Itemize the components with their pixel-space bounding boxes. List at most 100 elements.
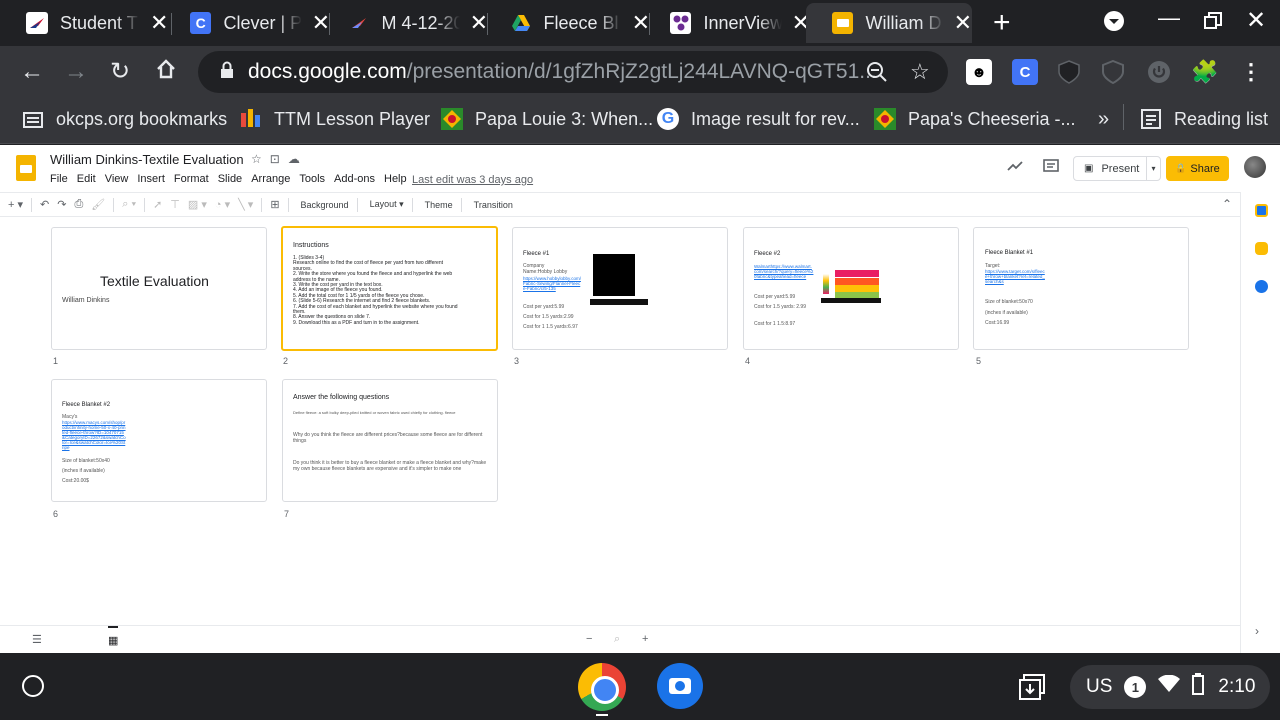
fleece-link[interactable]: Walmarthttps://www.walmart.com/search/?q… bbox=[754, 264, 814, 279]
last-edit-link[interactable]: Last edit was 3 days ago bbox=[412, 174, 533, 186]
status-tray[interactable]: US 1 2:10 bbox=[1070, 665, 1270, 709]
menu-format[interactable]: Format bbox=[174, 173, 209, 185]
tasks-icon[interactable] bbox=[1255, 280, 1268, 293]
line-icon[interactable]: ╲ ▾ bbox=[238, 198, 253, 211]
slide-thumbnail-6[interactable]: Fleece Blanket #2 Macy's https://www.mac… bbox=[51, 379, 267, 502]
present-dropdown-icon[interactable]: ▾ bbox=[1146, 157, 1160, 180]
redo-icon[interactable]: ↷ bbox=[57, 198, 66, 211]
menu-view[interactable]: View bbox=[105, 173, 129, 185]
comment-add-icon[interactable]: ⊞ bbox=[270, 198, 279, 211]
camera-icon[interactable] bbox=[657, 663, 703, 709]
star-icon[interactable]: ☆ bbox=[251, 152, 270, 166]
expand-panel-icon[interactable]: › bbox=[1255, 624, 1259, 638]
slide-thumbnail-7[interactable]: Answer the following questions Define fl… bbox=[282, 379, 498, 502]
bookmark-star-icon[interactable]: ☆ bbox=[910, 59, 930, 85]
launcher-icon[interactable] bbox=[22, 675, 44, 697]
tab-innerview[interactable]: InnerView ✕ bbox=[644, 3, 810, 43]
zoom-out-icon[interactable]: − bbox=[586, 633, 592, 645]
blanket-cost: Cost:16.99 bbox=[985, 320, 1010, 326]
cloud-status-icon[interactable]: ☁ bbox=[288, 152, 308, 166]
tab-clever[interactable]: C Clever | P ✕ bbox=[164, 3, 330, 43]
present-button[interactable]: ▣ Present ▾ bbox=[1073, 156, 1161, 181]
keep-icon[interactable] bbox=[1255, 242, 1268, 255]
bookmark-okcps-folder[interactable]: okcps.org bookmarks bbox=[22, 108, 227, 130]
fleece-link[interactable]: https://www.hobbylobby.com/Fabric-Sewing… bbox=[523, 276, 581, 291]
textbox-icon[interactable]: ⊤ bbox=[170, 198, 180, 211]
tab-student[interactable]: Student T ✕ bbox=[0, 3, 172, 43]
image-icon[interactable]: ▨ ▾ bbox=[188, 198, 207, 211]
zoom-icon[interactable]: ⌕ ▾ bbox=[122, 198, 136, 211]
bookmark-image-result[interactable]: G Image result for rev... bbox=[657, 108, 860, 130]
tab-m-4-12[interactable]: M 4-12-20 ✕ bbox=[322, 3, 488, 43]
document-title[interactable]: William Dinkins-Textile Evaluation bbox=[50, 152, 244, 167]
layout-button[interactable]: Layout ▾ bbox=[370, 199, 404, 210]
menu-arrange[interactable]: Arrange bbox=[251, 173, 290, 185]
share-button[interactable]: 🔒 Share bbox=[1166, 156, 1229, 181]
bookmark-papa-louie[interactable]: Papa Louie 3: When... bbox=[441, 108, 653, 130]
shape-icon[interactable]: ◔ ▾ bbox=[215, 198, 230, 211]
print-icon[interactable]: ⎙ bbox=[74, 198, 83, 211]
minimize-button[interactable]: — bbox=[1158, 5, 1180, 31]
menu-addons[interactable]: Add-ons bbox=[334, 173, 375, 185]
transition-button[interactable]: Transition bbox=[474, 200, 513, 210]
menu-file[interactable]: File bbox=[50, 173, 68, 185]
zoom-in-icon[interactable]: + bbox=[642, 633, 648, 645]
theme-button[interactable]: Theme bbox=[425, 200, 453, 210]
restore-button[interactable] bbox=[1204, 10, 1222, 36]
clever-extension-icon[interactable]: C bbox=[1012, 59, 1038, 85]
slide-thumbnail-4[interactable]: Fleece #2 Walmarthttps://www.walmart.com… bbox=[743, 227, 959, 350]
slide-thumbnail-3[interactable]: Fleece #1 Company Name:Hobby Lobby https… bbox=[512, 227, 728, 350]
comments-icon[interactable] bbox=[1043, 159, 1059, 179]
bookmarks-overflow-button[interactable]: » bbox=[1098, 108, 1109, 131]
forward-button[interactable]: → bbox=[64, 58, 88, 86]
blanket-link[interactable]: https://www.macys.com/shop/product/infin… bbox=[62, 420, 126, 450]
slide-number: 1 bbox=[53, 356, 59, 366]
shield-extension-icon[interactable] bbox=[1056, 59, 1082, 85]
grid-view-icon[interactable]: ▦ bbox=[108, 626, 119, 647]
bookmark-papas-cheeseria[interactable]: Papa's Cheeseria -... bbox=[874, 108, 1076, 130]
zoom-icon[interactable] bbox=[866, 61, 888, 88]
slide-thumbnail-1[interactable]: Textile Evaluation William Dinkins bbox=[51, 227, 267, 350]
bookmark-ttm[interactable]: TTM Lesson Player bbox=[240, 108, 430, 130]
calendar-icon[interactable] bbox=[1255, 204, 1268, 217]
avatar[interactable] bbox=[1244, 156, 1266, 178]
close-icon[interactable]: ✕ bbox=[954, 10, 972, 36]
undo-icon[interactable]: ↶ bbox=[40, 198, 49, 211]
address-bar[interactable]: docs.google.com/presentation/d/1gfZhRjZ2… bbox=[198, 51, 948, 93]
menu-insert[interactable]: Insert bbox=[137, 173, 165, 185]
select-cursor-icon[interactable]: ➚ bbox=[153, 198, 162, 211]
slide-thumbnail-5[interactable]: Fleece Blanket #1 Target: https://www.ta… bbox=[973, 227, 1189, 350]
filmstrip-view-icon[interactable]: ☰ bbox=[32, 633, 42, 646]
extension-1-icon[interactable]: ☻ bbox=[966, 59, 992, 85]
collapse-chevron-icon[interactable]: ⌃ bbox=[1222, 197, 1232, 211]
home-button[interactable] bbox=[155, 58, 177, 87]
new-slide-icon[interactable]: + ▾ bbox=[8, 198, 23, 211]
activity-trend-icon[interactable] bbox=[1007, 159, 1023, 176]
menu-edit[interactable]: Edit bbox=[77, 173, 96, 185]
shield-2-extension-icon[interactable] bbox=[1100, 59, 1126, 85]
reading-list-button[interactable]: Reading list bbox=[1140, 108, 1268, 130]
back-button[interactable]: ← bbox=[20, 58, 44, 86]
menu-tools[interactable]: Tools bbox=[299, 173, 325, 185]
new-tab-button[interactable]: + bbox=[993, 6, 1011, 40]
more-menu-icon[interactable]: ⋮ bbox=[1238, 59, 1264, 85]
extensions-puzzle-icon[interactable]: 🧩 bbox=[1191, 59, 1218, 85]
menu-slide[interactable]: Slide bbox=[218, 173, 242, 185]
power-extension-icon[interactable] bbox=[1146, 59, 1172, 85]
tab-fleece-bl[interactable]: Fleece Bl ✕ bbox=[484, 3, 650, 43]
slide-thumbnail-2[interactable]: Instructions 1. (Slides 3-4) Research on… bbox=[281, 226, 498, 351]
slides-logo-icon[interactable] bbox=[16, 155, 36, 181]
zoom-icon[interactable]: ⌕ bbox=[614, 633, 620, 646]
tab-search-button[interactable] bbox=[1103, 10, 1125, 38]
slide-number: 6 bbox=[53, 509, 59, 519]
blanket-link[interactable]: https://www.target.com/s/fleece+throw+bl… bbox=[985, 269, 1047, 284]
reload-button[interactable]: ↻ bbox=[110, 58, 130, 86]
holding-space-icon[interactable] bbox=[1018, 673, 1046, 706]
menu-help[interactable]: Help bbox=[384, 173, 407, 185]
move-folder-icon[interactable]: ⊡ bbox=[270, 152, 288, 166]
close-window-button[interactable]: ✕ bbox=[1246, 6, 1266, 35]
tab-william-d[interactable]: William D ✕ bbox=[806, 3, 972, 43]
chrome-icon[interactable] bbox=[578, 663, 626, 711]
paint-format-icon[interactable]: 🖌 bbox=[91, 198, 105, 211]
background-button[interactable]: Background bbox=[301, 200, 349, 210]
